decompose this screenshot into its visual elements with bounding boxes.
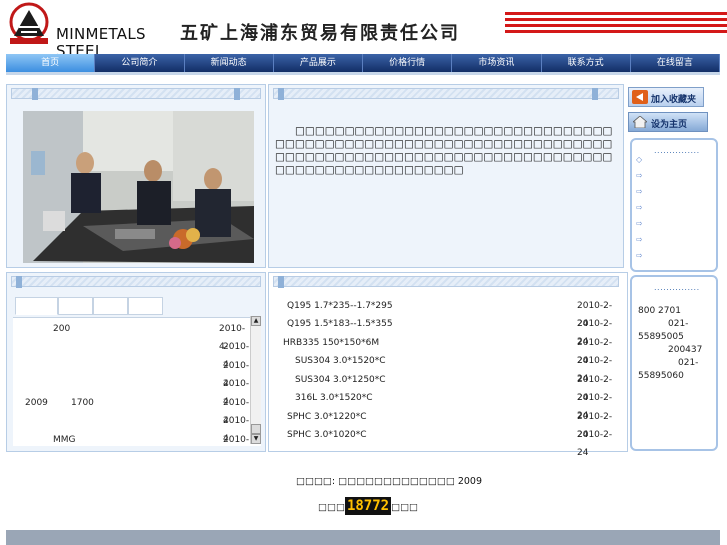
tab-3[interactable] [92,297,128,315]
main-nav: 首页 公司简介 新闻动态 产品展示 价格行情 市场资讯 联系方式 在线留言 [6,54,720,72]
list-item[interactable]: 2010-4 [13,357,251,389]
counter-suffix: □□□ [391,502,419,513]
meeting-photo [23,111,254,263]
company-title: 五矿上海浦东贸易有限责任公司 [180,22,508,46]
intro-panel: □□□□□□□□□□□□□□□□□□□□□□□□□□□□□□□□□□□□□□□□… [268,84,624,268]
nav-underline [6,72,720,75]
list-item[interactable]: SUS304 3.0*1520*C 2010-2-24 [275,352,619,384]
list-item[interactable]: 316L 3.0*1520*C 2010-2-24 [275,389,619,421]
arrow-icon[interactable]: ⇨ [636,172,644,180]
arrow-icon[interactable]: ⇨ [636,188,644,196]
arrow-icon[interactable]: ◇ [636,156,644,164]
nav-item-message[interactable]: 在线留言 [631,54,720,72]
add-favorites-button[interactable]: 加入收藏夹 [628,87,704,107]
price-list: 200 2010-4- 2010-4 2010-4 2010-4 2009 1700… [13,317,261,446]
favorites-icon [632,90,648,107]
arrow-icon[interactable]: ⇨ [636,252,644,260]
minmetals-logo [6,2,52,46]
counter-value: 18772 [344,497,392,515]
visitor-counter: □□□ 18772 □□□ [318,497,418,517]
panel-header [11,276,261,288]
market-panel: Q195 1.7*235--1.7*295 2010-2-24 Q195 1.5*… [268,272,628,458]
list-item[interactable]: 2009 1700 2010-4 [13,394,251,426]
arrow-icon[interactable]: ⇨ [636,236,644,244]
tab-2[interactable] [57,297,93,315]
scroll-up-icon[interactable]: ▲ [251,316,261,326]
contact-box: ............... 800 2701 021- 55895005 2… [630,275,718,451]
price-tabs [15,297,164,315]
decorative-stripes [505,12,727,34]
nav-item-prices[interactable]: 价格行情 [363,54,453,72]
contact-info: 800 2701 021- 55895005 200437 021- 55895… [638,305,712,383]
list-item[interactable]: Q195 1.5*183--1.5*355 2010-2-24 [275,315,619,347]
price-panel: 200 2010-4- 2010-4 2010-4 2010-4 2009 1700… [6,272,266,452]
scroll-down-icon[interactable]: ▼ [251,434,261,444]
contact-line: 021- [678,358,699,368]
nav-item-products[interactable]: 产品展示 [274,54,363,72]
homepage-label: 设为主页 [651,120,688,130]
company-intro-text: □□□□□□□□□□□□□□□□□□□□□□□□□□□□□□□□□□□□□□□□… [275,125,613,176]
favorites-label: 加入收藏夹 [651,95,697,105]
side-box-dots: ............... [654,146,700,155]
footer-bar [6,530,720,545]
scroll-thumb[interactable] [251,424,261,434]
nav-item-news[interactable]: 新闻动态 [185,54,274,72]
panel-header [273,276,619,288]
contact-line: 55895060 [638,371,684,381]
nav-item-market[interactable]: 市场资讯 [452,54,542,72]
contact-line: 200437 [668,345,703,355]
photo-panel [6,84,266,268]
list-item[interactable]: Q195 1.7*235--1.7*295 2010-2-24 [275,297,619,329]
list-item[interactable]: HRB335 150*150*6M 2010-2-24 [275,334,619,366]
list-item[interactable]: 2010-4 [13,412,251,444]
list-item[interactable]: 200 2010-4- [13,320,251,352]
price-list-scrollbar[interactable]: ▲ ▼ [250,316,261,444]
counter-prefix: □□□ [318,502,345,513]
list-item[interactable]: MMG2010-4 [13,431,251,446]
list-item[interactable]: 2010-4 [13,375,251,407]
contact-line: 021- [668,319,689,329]
market-list: Q195 1.7*235--1.7*295 2010-2-24 Q195 1.5*… [275,297,619,458]
list-item[interactable]: 2010-4 [13,338,251,370]
panel-header [273,88,619,100]
brand-line-1: MINMETALS [56,25,146,43]
nav-item-contact[interactable]: 联系方式 [542,54,631,72]
contact-line: 800 2701 [638,306,681,316]
tab-1[interactable] [15,297,58,315]
arrow-icon[interactable]: ⇨ [636,204,644,212]
side-box-dots: ............... [654,283,700,292]
homepage-icon [631,115,649,131]
copyright-text: □□□□: □□□□□□□□□□□□□ 2009 [296,476,483,487]
side-links-box: ............... ◇ ⇨ ⇨ ⇨ ⇨ ⇨ ⇨ [630,138,718,272]
arrow-icon[interactable]: ⇨ [636,220,644,228]
contact-line: 55895005 [638,332,684,342]
list-item[interactable]: SPHC 3.0*1220*C 2010-2-24 [275,408,619,440]
set-homepage-button[interactable]: 设为主页 [628,112,708,132]
nav-item-home[interactable]: 首页 [6,54,96,72]
nav-item-about[interactable]: 公司简介 [95,54,185,72]
list-item[interactable]: SUS304 3.0*1250*C 2010-2-24 [275,371,619,403]
list-item[interactable]: SPHC 3.0*1020*C 2010-2-24 [275,426,619,458]
panel-header [11,88,261,100]
tab-4[interactable] [127,297,164,315]
